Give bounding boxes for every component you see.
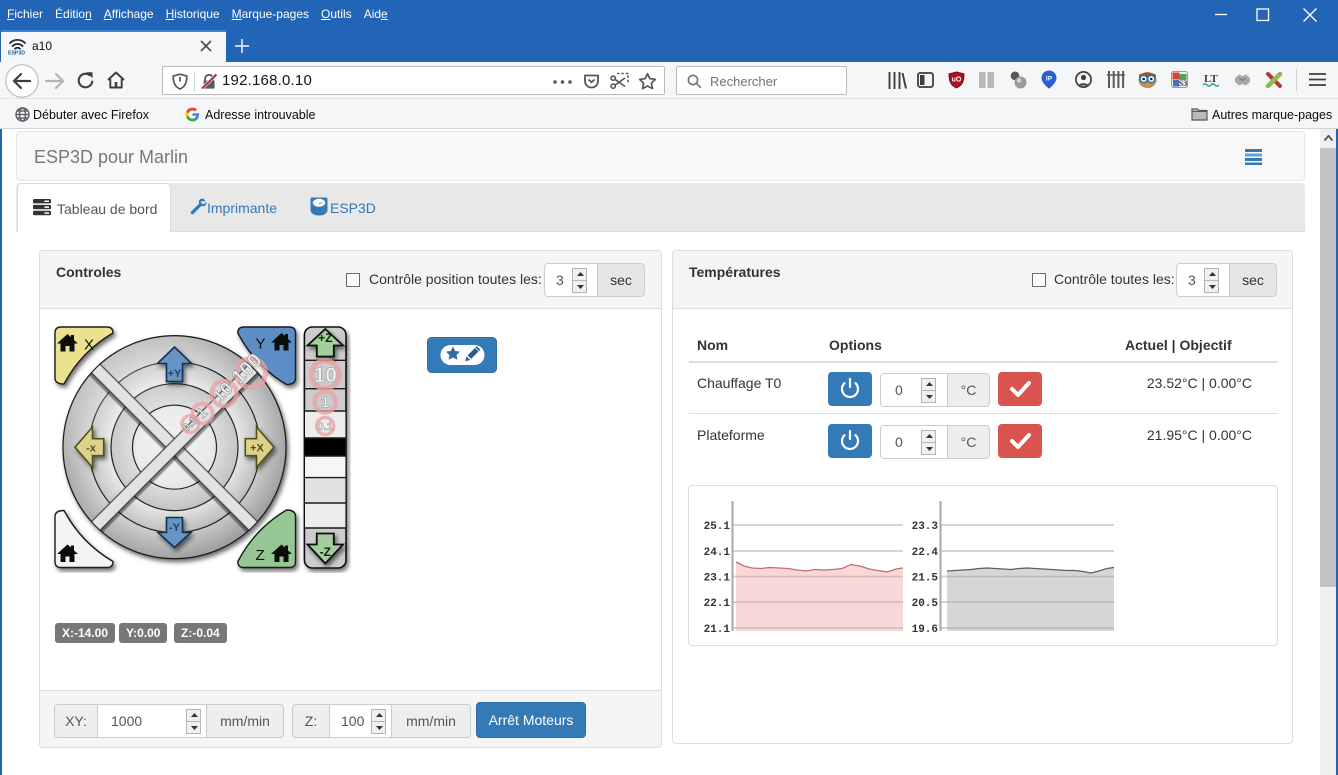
svg-text:24.1: 24.1 [704,547,731,559]
svg-text:19.6: 19.6 [912,624,938,636]
svg-text:1: 1 [321,395,330,412]
svg-text:0.1: 0.1 [318,421,333,433]
svg-text:IP: IP [1046,76,1053,83]
svg-text:21.1: 21.1 [704,624,731,636]
svg-text:-Z: -Z [320,545,331,559]
svg-text:+X: +X [250,443,264,455]
svg-text:23.1: 23.1 [704,573,731,585]
svg-text:21.5: 21.5 [912,573,939,585]
svg-text:ESP3D: ESP3D [8,51,25,56]
svg-text:22.1: 22.1 [704,598,731,610]
svg-text:Y: Y [256,336,266,353]
svg-text:10: 10 [314,364,337,387]
svg-text:-x: -x [86,443,97,455]
svg-text:25.1: 25.1 [704,521,731,533]
svg-text:+Y: +Y [168,368,182,380]
svg-text:+Z: +Z [318,331,332,345]
svg-text:S3: S3 [1179,79,1187,88]
svg-text:-Y: -Y [169,522,181,534]
svg-text:20.5: 20.5 [912,598,939,610]
svg-text:uO: uO [952,77,962,84]
svg-text:23.3: 23.3 [912,521,939,533]
svg-text:22.4: 22.4 [912,547,939,559]
svg-text:Z: Z [256,547,265,564]
svg-text:LT: LT [1204,73,1218,85]
svg-text:X: X [84,337,94,354]
